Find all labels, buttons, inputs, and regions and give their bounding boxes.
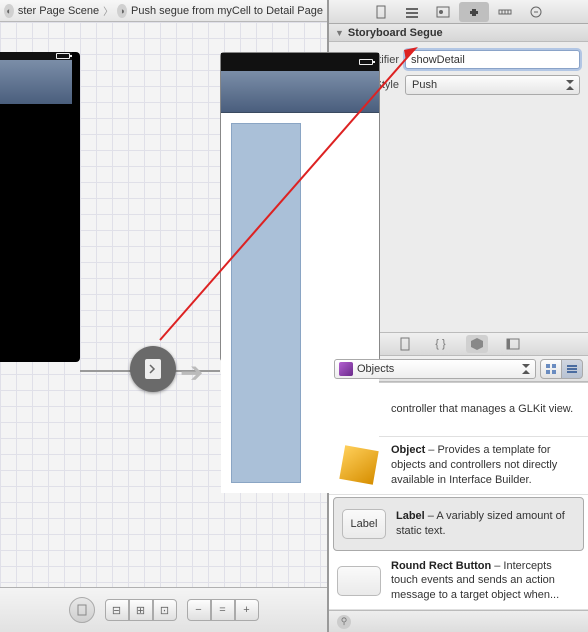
identity-inspector-tab[interactable] bbox=[428, 2, 458, 22]
button-icon bbox=[337, 566, 381, 596]
document-outline-button[interactable] bbox=[69, 597, 95, 623]
status-bar bbox=[0, 52, 72, 60]
code-snippet-tab[interactable]: { } bbox=[430, 335, 452, 353]
nav-bar bbox=[0, 60, 72, 104]
breadcrumb-item[interactable]: ster Page Scene bbox=[18, 5, 99, 17]
search-icon: ⚲ bbox=[337, 615, 351, 629]
connections-inspector-tab[interactable] bbox=[521, 2, 551, 22]
zoom-out-button[interactable]: − bbox=[187, 599, 211, 621]
push-segue-icon bbox=[145, 359, 161, 379]
object-library-tab[interactable] bbox=[466, 335, 488, 353]
master-scene[interactable] bbox=[0, 52, 80, 362]
detail-scene[interactable] bbox=[220, 52, 380, 362]
file-inspector-tab[interactable] bbox=[366, 2, 396, 22]
align-right-button[interactable]: ⊡ bbox=[153, 599, 177, 621]
segue-badge[interactable] bbox=[130, 346, 176, 392]
status-bar bbox=[221, 53, 379, 71]
objects-dropdown[interactable]: Objects bbox=[334, 359, 536, 379]
canvas-area[interactable]: ◐ ster Page Scene 〉 ◑ Push segue from my… bbox=[0, 0, 328, 632]
style-select[interactable]: Push bbox=[405, 75, 580, 95]
battery-icon bbox=[359, 59, 373, 65]
battery-icon bbox=[56, 53, 70, 59]
list-item[interactable]: Round Rect Button – Intercepts touch eve… bbox=[329, 553, 588, 610]
segue-icon: ◑ bbox=[117, 4, 127, 18]
zoom-fit-button[interactable]: = bbox=[211, 599, 235, 621]
text-view[interactable] bbox=[231, 123, 301, 483]
breadcrumb-item[interactable]: Push segue from myCell to Detail Page bbox=[131, 5, 323, 17]
scene-icon: ◐ bbox=[4, 4, 14, 18]
list-item-selected[interactable]: Label Label – A variably sized amount of… bbox=[333, 497, 584, 551]
section-title: Storyboard Segue bbox=[348, 27, 443, 39]
identifier-field[interactable]: showDetail bbox=[405, 50, 580, 69]
help-inspector-tab[interactable] bbox=[397, 2, 427, 22]
filter-bar[interactable]: ⚲ bbox=[329, 610, 588, 632]
nav-bar bbox=[221, 71, 379, 113]
inspector-tabs bbox=[329, 0, 588, 24]
section-header[interactable]: ▼ Storyboard Segue bbox=[329, 24, 588, 42]
align-left-button[interactable]: ⊟ bbox=[105, 599, 129, 621]
align-center-button[interactable]: ⊞ bbox=[129, 599, 153, 621]
disclosure-triangle-icon: ▼ bbox=[335, 28, 344, 38]
grid-view-button[interactable] bbox=[540, 359, 562, 379]
storyboard-canvas[interactable]: ➔ bbox=[0, 22, 327, 587]
zoom-in-button[interactable]: + bbox=[235, 599, 259, 621]
list-view-button[interactable] bbox=[561, 359, 583, 379]
file-template-tab[interactable] bbox=[394, 335, 416, 353]
object-icon bbox=[339, 446, 378, 485]
chevron-right-icon: 〉 bbox=[103, 3, 113, 18]
arrow-right-icon: ➔ bbox=[180, 356, 203, 389]
media-library-tab[interactable] bbox=[502, 335, 524, 353]
attributes-inspector-tab[interactable] bbox=[459, 2, 489, 22]
cube-icon bbox=[339, 362, 353, 376]
breadcrumb[interactable]: ◐ ster Page Scene 〉 ◑ Push segue from my… bbox=[0, 0, 327, 22]
canvas-toolbar: ⊟ ⊞ ⊡ − = + bbox=[0, 587, 327, 632]
size-inspector-tab[interactable] bbox=[490, 2, 520, 22]
label-icon: Label bbox=[342, 509, 386, 539]
